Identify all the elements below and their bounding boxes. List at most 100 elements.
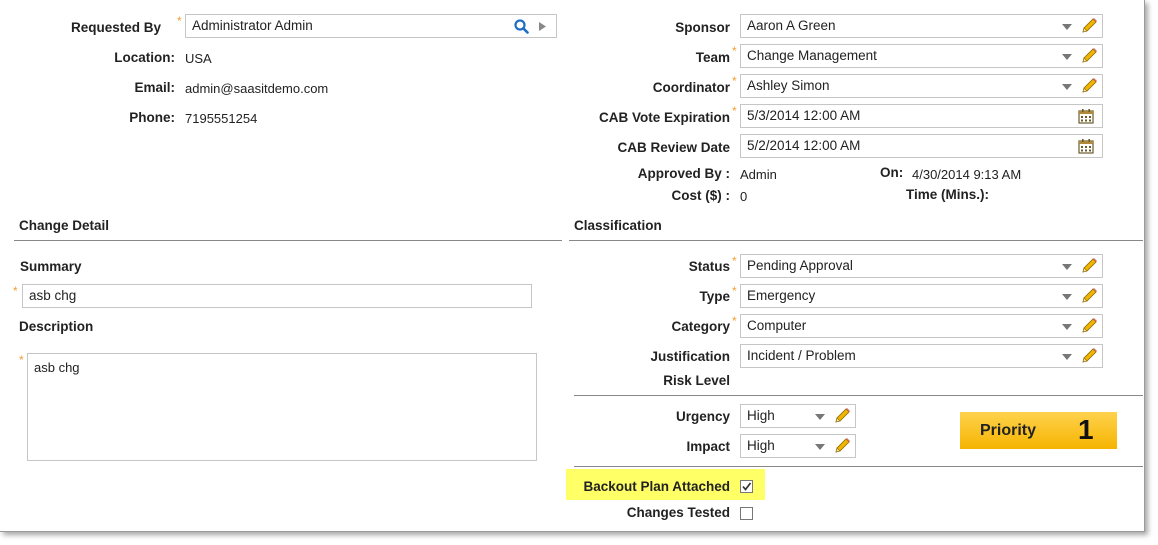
calendar-icon[interactable]: [1078, 138, 1094, 154]
justification-value: Incident / Problem: [747, 348, 856, 363]
checkmark-icon: [742, 482, 752, 491]
play-arrow-icon[interactable]: [539, 22, 547, 31]
cab-review-date-label: CAB Review Date: [617, 140, 730, 155]
cost-value: 0: [740, 189, 748, 204]
required-star: *: [19, 353, 24, 367]
change-detail-title: Change Detail: [19, 218, 110, 233]
approved-by-label: Approved By :: [637, 166, 730, 181]
dropdown-arrow-icon[interactable]: [1062, 54, 1072, 60]
team-dropdown[interactable]: Change Management: [740, 44, 1103, 68]
urgency-value: High: [747, 408, 775, 423]
priority-label: Priority: [980, 422, 1037, 439]
coordinator-value: Ashley Simon: [747, 78, 830, 93]
required-star: *: [732, 254, 737, 268]
impact-value: High: [747, 438, 775, 453]
approved-on-value: 4/30/2014 9:13 AM: [912, 167, 1022, 182]
description-textarea[interactable]: asb chg: [27, 353, 537, 461]
location-value: USA: [185, 51, 212, 66]
impact-label: Impact: [686, 439, 730, 454]
description-value: asb chg: [34, 360, 80, 375]
approved-by-value: Admin: [740, 167, 777, 182]
category-value: Computer: [747, 318, 807, 333]
classification-divider: [569, 240, 1143, 241]
requested-by-label: Requested By: [70, 20, 161, 35]
priority-divider: [574, 466, 1143, 467]
pencil-icon[interactable]: [1079, 46, 1099, 66]
change-detail-divider: [14, 240, 562, 241]
change-form-panel: Requested By * Administrator Admin Locat…: [0, 0, 1145, 532]
pencil-icon[interactable]: [1079, 256, 1099, 276]
summary-input[interactable]: asb chg: [22, 284, 532, 308]
cost-label: Cost ($) :: [671, 188, 731, 203]
dropdown-arrow-icon[interactable]: [815, 414, 825, 420]
dropdown-arrow-icon[interactable]: [815, 444, 825, 450]
changes-tested-label: Changes Tested: [626, 505, 730, 520]
dropdown-arrow-icon[interactable]: [1062, 24, 1072, 30]
dropdown-arrow-icon[interactable]: [1062, 354, 1072, 360]
approved-on-label: On:: [880, 165, 904, 180]
backout-plan-checkbox[interactable]: [740, 480, 753, 493]
pencil-icon[interactable]: [1079, 16, 1099, 36]
cab-review-date-field[interactable]: 5/2/2014 12:00 AM: [740, 134, 1103, 158]
cab-vote-expiration-field[interactable]: 5/3/2014 12:00 AM: [740, 104, 1103, 128]
pencil-icon[interactable]: [1079, 76, 1099, 96]
justification-dropdown[interactable]: Incident / Problem: [740, 344, 1103, 368]
summary-label: Summary: [20, 259, 82, 274]
backout-plan-label: Backout Plan Attached: [583, 479, 730, 494]
coordinator-dropdown[interactable]: Ashley Simon: [740, 74, 1103, 98]
cab-vote-expiration-value: 5/3/2014 12:00 AM: [747, 108, 861, 123]
dropdown-arrow-icon[interactable]: [1062, 84, 1072, 90]
email-label: Email:: [134, 80, 175, 95]
cab-review-date-value: 5/2/2014 12:00 AM: [747, 138, 861, 153]
impact-dropdown[interactable]: High: [740, 434, 856, 458]
coordinator-label: Coordinator: [652, 80, 730, 95]
required-star: *: [732, 44, 737, 58]
required-star: *: [732, 74, 737, 88]
pencil-icon[interactable]: [832, 406, 852, 426]
pencil-icon[interactable]: [1079, 346, 1099, 366]
required-star: *: [177, 14, 182, 28]
description-label: Description: [19, 319, 94, 334]
risk-level-label: Risk Level: [663, 373, 730, 388]
changes-tested-checkbox[interactable]: [740, 507, 753, 520]
status-value: Pending Approval: [747, 258, 853, 273]
required-star: *: [732, 314, 737, 328]
required-star: *: [13, 284, 18, 298]
urgency-dropdown[interactable]: High: [740, 404, 856, 428]
dropdown-arrow-icon[interactable]: [1062, 264, 1072, 270]
phone-label: Phone:: [129, 110, 175, 125]
priority-badge: Priority 1: [960, 412, 1117, 449]
urgency-label: Urgency: [675, 409, 730, 424]
pencil-icon[interactable]: [1079, 286, 1099, 306]
requested-by-value: Administrator Admin: [192, 18, 313, 33]
sponsor-value: Aaron A Green: [747, 18, 836, 33]
required-star: *: [732, 284, 737, 298]
risk-divider: [574, 395, 1143, 396]
type-dropdown[interactable]: Emergency: [740, 284, 1103, 308]
email-value: admin@saasitdemo.com: [185, 81, 329, 96]
pencil-icon[interactable]: [832, 436, 852, 456]
sponsor-label: Sponsor: [675, 20, 730, 35]
team-label: Team: [695, 50, 730, 65]
sponsor-dropdown[interactable]: Aaron A Green: [740, 14, 1103, 38]
status-label: Status: [688, 259, 730, 274]
category-dropdown[interactable]: Computer: [740, 314, 1103, 338]
dropdown-arrow-icon[interactable]: [1062, 324, 1072, 330]
dropdown-arrow-icon[interactable]: [1062, 294, 1072, 300]
calendar-icon[interactable]: [1078, 108, 1094, 124]
search-icon[interactable]: [514, 19, 529, 34]
team-value: Change Management: [747, 48, 877, 63]
priority-value: 1: [1078, 414, 1094, 445]
required-star: *: [732, 104, 737, 118]
status-dropdown[interactable]: Pending Approval: [740, 254, 1103, 278]
cab-vote-expiration-label: CAB Vote Expiration: [598, 110, 730, 125]
time-label: Time (Mins.):: [906, 187, 990, 202]
classification-title: Classification: [574, 218, 662, 233]
requested-by-field[interactable]: Administrator Admin: [185, 14, 557, 38]
phone-value: 7195551254: [185, 111, 258, 126]
type-label: Type: [699, 289, 730, 304]
summary-value: asb chg: [29, 288, 77, 303]
pencil-icon[interactable]: [1079, 316, 1099, 336]
location-label: Location:: [114, 50, 175, 65]
category-label: Category: [671, 319, 730, 334]
